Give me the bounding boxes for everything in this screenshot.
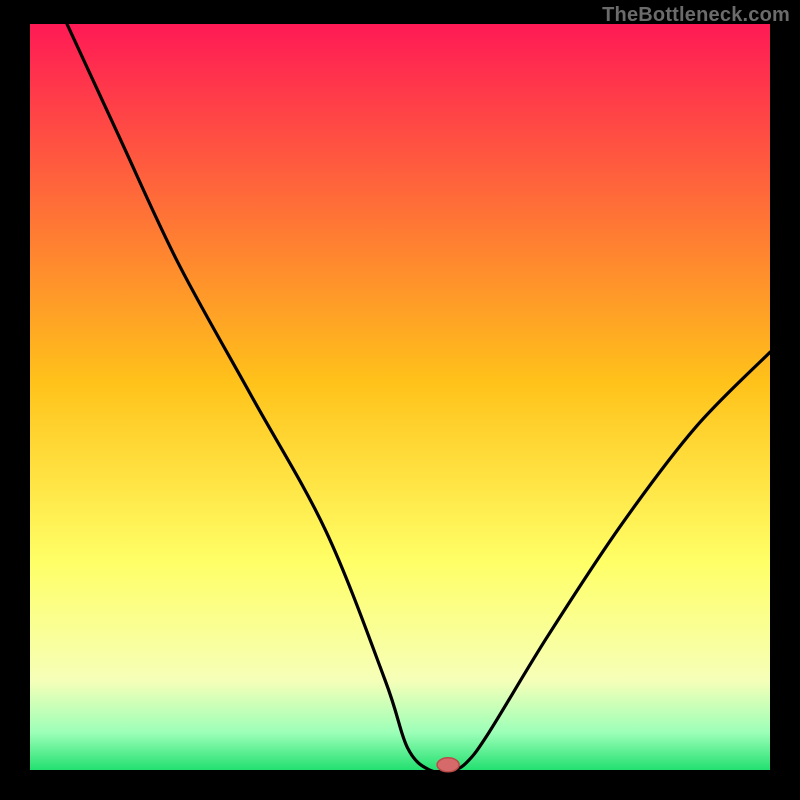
watermark-label: TheBottleneck.com (602, 4, 790, 27)
chart-svg (0, 0, 800, 800)
plot-area (30, 24, 770, 770)
optimal-marker (437, 758, 459, 772)
chart-container: TheBottleneck.com (0, 0, 800, 800)
